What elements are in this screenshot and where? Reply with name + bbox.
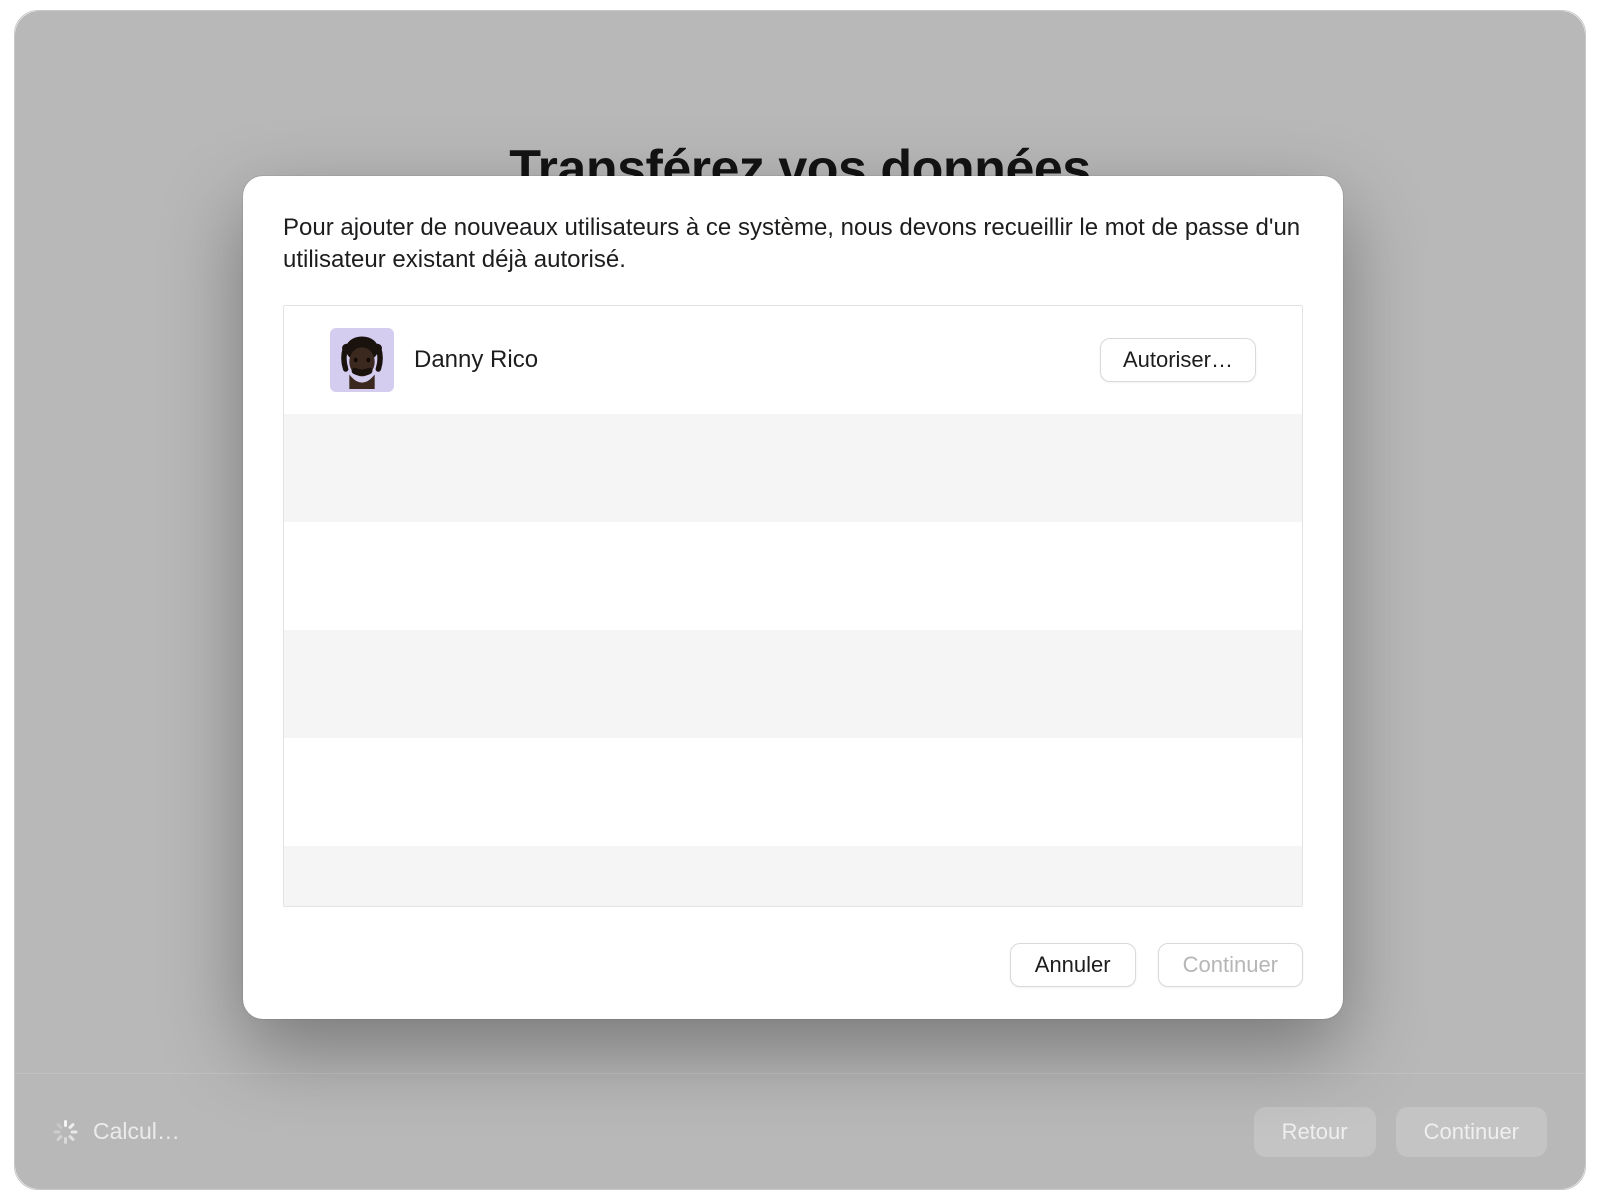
footer-buttons: Retour Continuer — [1254, 1107, 1547, 1157]
authorize-button[interactable]: Autoriser… — [1100, 338, 1256, 382]
list-item — [284, 846, 1302, 906]
list-item — [284, 630, 1302, 738]
continue-button-dialog: Continuer — [1158, 943, 1303, 987]
memoji-icon — [333, 331, 391, 389]
user-list: Danny Rico Autoriser… — [283, 305, 1303, 907]
user-name: Danny Rico — [414, 346, 538, 374]
dialog-message: Pour ajouter de nouveaux utilisateurs à … — [283, 212, 1303, 277]
list-item — [284, 738, 1302, 846]
back-button[interactable]: Retour — [1254, 1107, 1376, 1157]
spinner-icon — [53, 1120, 77, 1144]
footer-status: Calcul… — [53, 1118, 180, 1145]
list-item — [284, 522, 1302, 630]
user-row: Danny Rico Autoriser… — [284, 306, 1302, 414]
avatar — [330, 328, 394, 392]
dialog-footer: Annuler Continuer — [283, 907, 1303, 987]
authorize-users-dialog: Pour ajouter de nouveaux utilisateurs à … — [243, 176, 1343, 1019]
continue-button-background[interactable]: Continuer — [1396, 1107, 1547, 1157]
status-text: Calcul… — [93, 1118, 180, 1145]
cancel-button[interactable]: Annuler — [1010, 943, 1136, 987]
list-item — [284, 414, 1302, 522]
window-footer: Calcul… Retour Continuer — [15, 1073, 1585, 1189]
